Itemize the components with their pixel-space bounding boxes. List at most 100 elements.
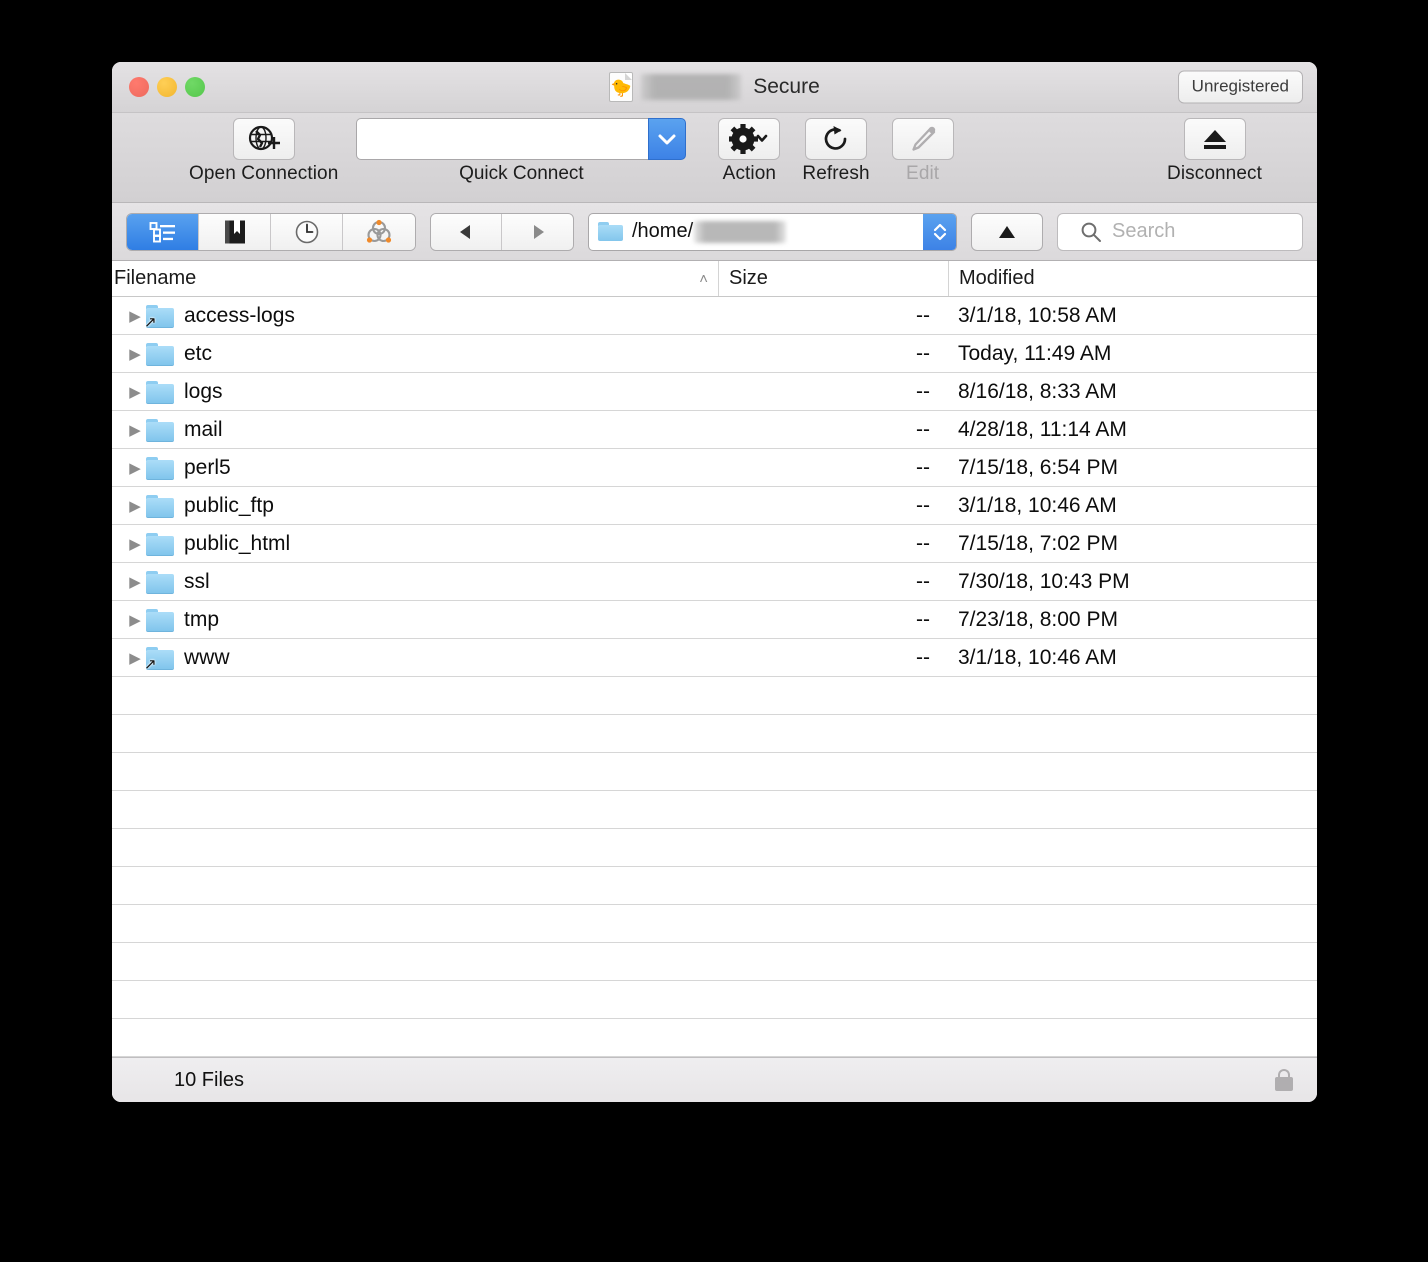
table-row[interactable]: ▶ ↗ access-logs -- 3/1/18, 10:58 AM: [112, 297, 1317, 335]
column-header-size[interactable]: Size: [718, 261, 948, 296]
cell-size: --: [916, 341, 930, 365]
search-placeholder: Search: [1112, 220, 1176, 242]
disclosure-triangle-icon[interactable]: ▶: [124, 383, 146, 401]
table-row-empty[interactable]: [112, 905, 1317, 943]
edit-label: Edit: [906, 163, 940, 184]
folder-icon: [146, 380, 174, 404]
table-row[interactable]: ▶ etc -- Today, 11:49 AM: [112, 335, 1317, 373]
action-label: Action: [722, 163, 777, 184]
cell-filename[interactable]: ▶ public_ftp: [112, 494, 718, 518]
cell-modified: 7/15/18, 6:54 PM: [958, 455, 1118, 479]
cell-filename[interactable]: ▶ tmp: [112, 608, 718, 632]
cell-filename[interactable]: ▶ ↗ access-logs: [112, 304, 718, 331]
cell-modified: 7/30/18, 10:43 PM: [958, 569, 1130, 593]
eject-icon: [1200, 126, 1230, 152]
path-combobox[interactable]: /home/: [588, 212, 957, 251]
column-header-filename-label: Filename: [114, 267, 197, 289]
history-view-button[interactable]: [271, 213, 343, 250]
disclosure-triangle-icon[interactable]: ▶: [124, 649, 146, 667]
table-row[interactable]: ▶ logs -- 8/16/18, 8:33 AM: [112, 373, 1317, 411]
table-row-empty[interactable]: [112, 1019, 1317, 1057]
open-connection-button[interactable]: Open Connection: [189, 118, 338, 185]
search-field[interactable]: Search: [1057, 212, 1303, 251]
list-outline-icon: [149, 221, 177, 243]
window-title-group: 🐤 Secure: [112, 62, 1317, 112]
cell-filename[interactable]: ▶ mail: [112, 418, 718, 442]
forward-button[interactable]: [502, 213, 573, 250]
disclosure-triangle-icon[interactable]: ▶: [124, 345, 146, 363]
status-bar: 10 Files: [112, 1057, 1317, 1102]
column-header-filename[interactable]: Filename ˄: [112, 261, 718, 296]
disclosure-triangle-icon[interactable]: ▶: [124, 611, 146, 629]
maximize-button[interactable]: [185, 77, 205, 97]
table-row-empty[interactable]: [112, 981, 1317, 1019]
sort-ascending-icon: ˄: [699, 270, 708, 287]
search-icon: [1080, 221, 1102, 243]
cell-size: --: [916, 645, 930, 669]
history-navigation: [430, 212, 574, 251]
table-row[interactable]: ▶ mail -- 4/28/18, 11:14 AM: [112, 411, 1317, 449]
table-row-empty[interactable]: [112, 943, 1317, 981]
table-row[interactable]: ▶ perl5 -- 7/15/18, 6:54 PM: [112, 449, 1317, 487]
cell-filename[interactable]: ▶ perl5: [112, 456, 718, 480]
disclosure-triangle-icon[interactable]: ▶: [124, 497, 146, 515]
disclosure-triangle-icon[interactable]: ▶: [124, 573, 146, 591]
edit-button[interactable]: Edit: [891, 118, 954, 185]
filename-label: public_ftp: [184, 493, 274, 517]
quick-connect-input[interactable]: [356, 118, 649, 160]
alias-arrow-icon: ↗: [144, 313, 157, 331]
unregistered-badge[interactable]: Unregistered: [1177, 70, 1303, 104]
table-row-empty[interactable]: [112, 677, 1317, 715]
table-row[interactable]: ▶ public_ftp -- 3/1/18, 10:46 AM: [112, 487, 1317, 525]
bookmarks-view-button[interactable]: [199, 213, 271, 250]
table-row[interactable]: ▶ tmp -- 7/23/18, 8:00 PM: [112, 601, 1317, 639]
disclosure-triangle-icon[interactable]: ▶: [124, 421, 146, 439]
cell-size: --: [916, 303, 930, 327]
parent-directory-button[interactable]: [971, 212, 1043, 251]
column-header-modified[interactable]: Modified: [948, 261, 1317, 296]
filename-label: perl5: [184, 455, 231, 479]
folder-icon: [146, 494, 174, 518]
browser-view-button[interactable]: [127, 213, 199, 250]
table-row[interactable]: ▶ ↗ www -- 3/1/18, 10:46 AM: [112, 639, 1317, 677]
cell-filename[interactable]: ▶ public_html: [112, 532, 718, 556]
cell-filename[interactable]: ▶ ↗ www: [112, 646, 718, 672]
folder-icon: [146, 418, 174, 442]
duck-document-icon: 🐤: [609, 72, 634, 102]
cell-size: --: [916, 607, 930, 631]
disclosure-triangle-icon[interactable]: ▶: [124, 459, 146, 477]
table-row-empty[interactable]: [112, 791, 1317, 829]
path-stepper-button[interactable]: [923, 213, 956, 250]
table-row-empty[interactable]: [112, 867, 1317, 905]
table-row[interactable]: ▶ ssl -- 7/30/18, 10:43 PM: [112, 563, 1317, 601]
folder-alias-icon: ↗: [144, 304, 174, 331]
disclosure-triangle-icon[interactable]: ▶: [124, 307, 146, 325]
cell-filename[interactable]: ▶ ssl: [112, 570, 718, 594]
window-controls: [129, 77, 205, 97]
refresh-button[interactable]: Refresh: [802, 118, 870, 185]
close-button[interactable]: [129, 77, 149, 97]
cell-modified: 7/15/18, 7:02 PM: [958, 531, 1118, 555]
folder-icon: [146, 570, 174, 594]
folder-icon: [146, 532, 174, 556]
table-row-empty[interactable]: [112, 829, 1317, 867]
action-button[interactable]: Action: [718, 118, 781, 185]
folder-alias-icon: ↗: [144, 646, 174, 672]
quick-connect-dropdown-button[interactable]: [648, 118, 687, 160]
file-browser-list[interactable]: ▶ ↗ access-logs -- 3/1/18, 10:58 AM ▶ etc -- Tod…: [112, 297, 1317, 1057]
bonjour-view-button[interactable]: [343, 213, 415, 250]
cell-filename[interactable]: ▶ logs: [112, 380, 718, 404]
filename-label: etc: [184, 341, 213, 365]
table-row-empty[interactable]: [112, 753, 1317, 791]
minimize-button[interactable]: [157, 77, 177, 97]
triangle-right-icon: [528, 223, 548, 241]
table-row[interactable]: ▶ public_html -- 7/15/18, 7:02 PM: [112, 525, 1317, 563]
cell-modified: 3/1/18, 10:46 AM: [958, 493, 1117, 517]
back-button[interactable]: [431, 213, 502, 250]
cell-filename[interactable]: ▶ etc: [112, 342, 718, 366]
disconnect-button[interactable]: Disconnect: [1167, 118, 1262, 185]
globe-plus-icon: [247, 124, 281, 154]
filename-label: logs: [184, 379, 223, 403]
disclosure-triangle-icon[interactable]: ▶: [124, 535, 146, 553]
table-row-empty[interactable]: [112, 715, 1317, 753]
